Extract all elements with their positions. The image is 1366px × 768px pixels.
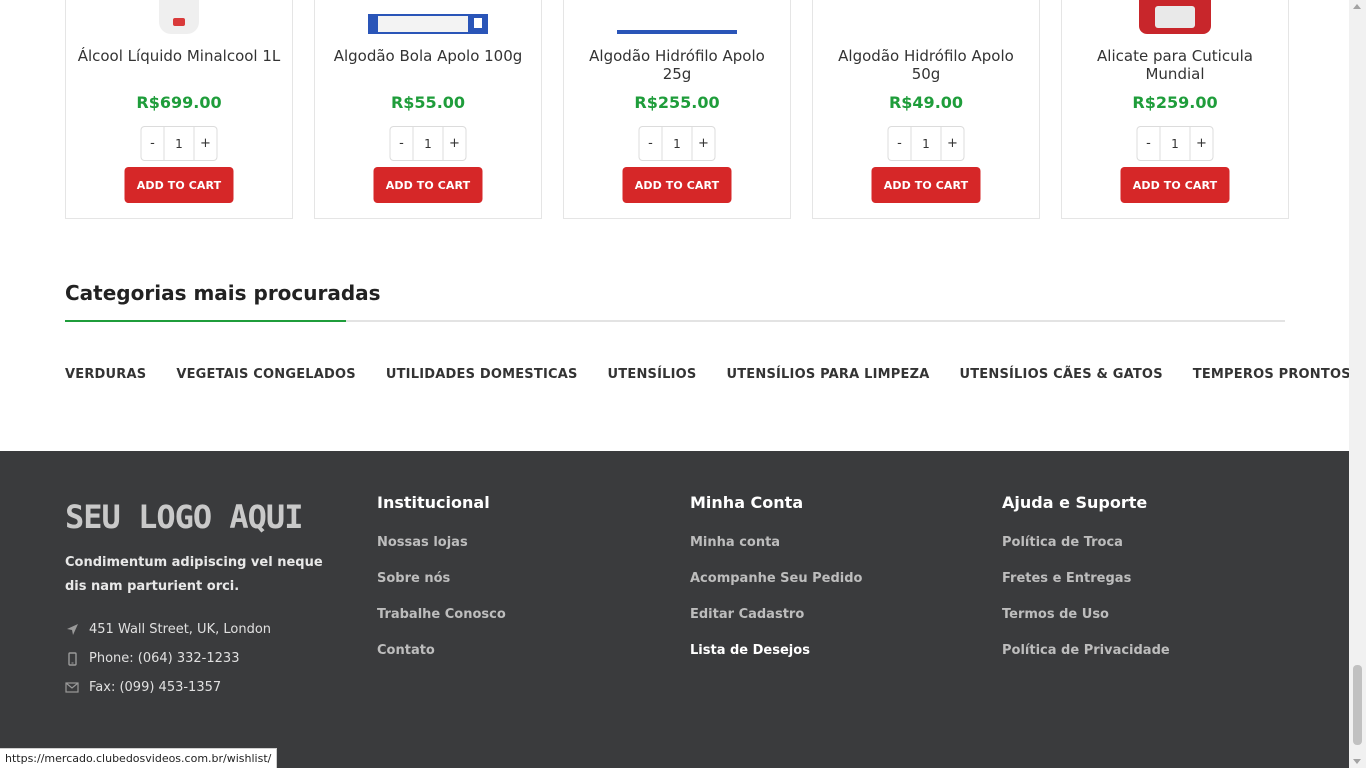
qty-minus-button[interactable]: - bbox=[1138, 127, 1160, 160]
product-name[interactable]: Algodão Hidrófilo Apolo 50g bbox=[823, 47, 1029, 83]
add-to-cart-button[interactable]: ADD TO CART bbox=[373, 167, 483, 203]
product-card: Algodão Hidrófilo Apolo 50g R$49.00 - 1 … bbox=[812, 0, 1040, 219]
product-name[interactable]: Algodão Bola Apolo 100g bbox=[325, 47, 531, 65]
quantity-stepper: - 1 + bbox=[1136, 126, 1214, 161]
qty-plus-button[interactable]: + bbox=[1191, 127, 1213, 160]
footer-link[interactable]: Trabalhe Conosco bbox=[377, 606, 506, 642]
footer-link[interactable]: Política de Privacidade bbox=[1002, 642, 1170, 678]
add-to-cart-button[interactable]: ADD TO CART bbox=[1120, 167, 1230, 203]
footer: SEU LOGO AQUI Condimentum adipiscing vel… bbox=[0, 451, 1349, 768]
footer-link[interactable]: Contato bbox=[377, 642, 506, 678]
product-image[interactable] bbox=[119, 0, 239, 34]
add-to-cart-button[interactable]: ADD TO CART bbox=[124, 167, 234, 203]
quantity-stepper: - 1 + bbox=[638, 126, 716, 161]
categories-divider bbox=[65, 320, 1285, 322]
product-name[interactable]: Alicate para Cuticula Mundial bbox=[1072, 47, 1278, 83]
product-row: Álcool Líquido Minalcool 1L R$699.00 - 1… bbox=[65, 0, 1289, 219]
scroll-down-arrow-icon[interactable] bbox=[1353, 759, 1361, 764]
product-price: R$699.00 bbox=[136, 93, 222, 112]
qty-plus-button[interactable]: + bbox=[693, 127, 715, 160]
category-link[interactable]: VERDURAS bbox=[65, 367, 146, 382]
qty-value[interactable]: 1 bbox=[1159, 127, 1191, 160]
fax-text: Fax: (099) 453-1357 bbox=[89, 680, 222, 695]
product-image[interactable] bbox=[368, 0, 488, 34]
footer-column-title: Ajuda e Suporte bbox=[1002, 493, 1148, 512]
product-card: Algodão Hidrófilo Apolo 25g R$255.00 - 1… bbox=[563, 0, 791, 219]
footer-link[interactable]: Sobre nós bbox=[377, 570, 506, 606]
category-link[interactable]: TEMPEROS PRONTOS bbox=[1193, 367, 1351, 382]
product-image[interactable] bbox=[1115, 0, 1235, 34]
qty-value[interactable]: 1 bbox=[910, 127, 942, 160]
product-image[interactable] bbox=[866, 0, 986, 34]
category-link[interactable]: UTENSÍLIOS PARA LIMPEZA bbox=[726, 367, 929, 382]
footer-link[interactable]: Termos de Uso bbox=[1002, 606, 1170, 642]
qty-value[interactable]: 1 bbox=[163, 127, 195, 160]
page: Álcool Líquido Minalcool 1L R$699.00 - 1… bbox=[0, 0, 1351, 768]
category-link[interactable]: UTENSÍLIOS bbox=[608, 367, 697, 382]
location-arrow-icon bbox=[65, 623, 79, 637]
categories-divider-accent bbox=[65, 320, 346, 322]
product-card: Alicate para Cuticula Mundial R$259.00 -… bbox=[1061, 0, 1289, 219]
qty-plus-button[interactable]: + bbox=[444, 127, 466, 160]
scrollbar-thumb[interactable] bbox=[1353, 665, 1362, 745]
category-link[interactable]: UTILIDADES DOMESTICAS bbox=[386, 367, 578, 382]
footer-link-wishlist[interactable]: Lista de Desejos bbox=[690, 642, 862, 678]
product-price: R$49.00 bbox=[888, 93, 964, 112]
qty-minus-button[interactable]: - bbox=[640, 127, 662, 160]
footer-column-institucional: Institucional Nossas lojas Sobre nós Tra… bbox=[377, 493, 506, 678]
product-image[interactable] bbox=[617, 0, 737, 34]
category-link[interactable]: VEGETAIS CONGELADOS bbox=[176, 367, 356, 382]
phone-text: Phone: (064) 332-1233 bbox=[89, 651, 240, 666]
phone-line: Phone: (064) 332-1233 bbox=[65, 651, 239, 666]
fax-line: Fax: (099) 453-1357 bbox=[65, 680, 221, 695]
product-card: Álcool Líquido Minalcool 1L R$699.00 - 1… bbox=[65, 0, 293, 219]
categories-heading: Categorias mais procuradas bbox=[65, 281, 381, 305]
mobile-phone-icon bbox=[65, 651, 79, 666]
add-to-cart-button[interactable]: ADD TO CART bbox=[871, 167, 981, 203]
scroll-up-arrow-icon[interactable] bbox=[1353, 4, 1361, 9]
quantity-stepper: - 1 + bbox=[140, 126, 218, 161]
category-links: VERDURAS VEGETAIS CONGELADOS UTILIDADES … bbox=[65, 367, 1351, 382]
footer-column-title: Minha Conta bbox=[690, 493, 804, 512]
address-text: 451 Wall Street, UK, London bbox=[89, 622, 272, 637]
product-price: R$259.00 bbox=[1132, 93, 1218, 112]
site-logo[interactable]: SEU LOGO AQUI bbox=[65, 499, 303, 535]
footer-link[interactable]: Minha conta bbox=[690, 534, 862, 570]
footer-column-minha-conta: Minha Conta Minha conta Acompanhe Seu Pe… bbox=[690, 493, 862, 678]
quantity-stepper: - 1 + bbox=[389, 126, 467, 161]
product-price: R$255.00 bbox=[634, 93, 720, 112]
footer-link[interactable]: Acompanhe Seu Pedido bbox=[690, 570, 862, 606]
qty-minus-button[interactable]: - bbox=[391, 127, 413, 160]
qty-plus-button[interactable]: + bbox=[195, 127, 217, 160]
add-to-cart-button[interactable]: ADD TO CART bbox=[622, 167, 732, 203]
footer-tagline: Condimentum adipiscing vel neque dis nam… bbox=[65, 555, 323, 594]
vertical-scrollbar[interactable] bbox=[1349, 0, 1366, 768]
product-name[interactable]: Algodão Hidrófilo Apolo 25g bbox=[574, 47, 780, 83]
footer-link[interactable]: Fretes e Entregas bbox=[1002, 570, 1170, 606]
status-bar-url: https://mercado.clubedosvideos.com.br/wi… bbox=[0, 748, 278, 768]
product-card: Algodão Bola Apolo 100g R$55.00 - 1 + AD… bbox=[314, 0, 542, 219]
category-link[interactable]: UTENSÍLIOS CÃES & GATOS bbox=[959, 367, 1162, 382]
footer-link[interactable]: Política de Troca bbox=[1002, 534, 1170, 570]
envelope-icon bbox=[65, 681, 79, 695]
qty-plus-button[interactable]: + bbox=[942, 127, 964, 160]
product-price: R$55.00 bbox=[390, 93, 466, 112]
quantity-stepper: - 1 + bbox=[887, 126, 965, 161]
qty-value[interactable]: 1 bbox=[412, 127, 444, 160]
footer-link[interactable]: Nossas lojas bbox=[377, 534, 506, 570]
qty-minus-button[interactable]: - bbox=[889, 127, 911, 160]
qty-value[interactable]: 1 bbox=[661, 127, 693, 160]
product-name[interactable]: Álcool Líquido Minalcool 1L bbox=[76, 47, 282, 65]
footer-column-ajuda: Ajuda e Suporte Política de Troca Fretes… bbox=[1002, 493, 1170, 678]
address-line: 451 Wall Street, UK, London bbox=[65, 622, 271, 637]
footer-column-title: Institucional bbox=[377, 493, 490, 512]
footer-link[interactable]: Editar Cadastro bbox=[690, 606, 862, 642]
qty-minus-button[interactable]: - bbox=[142, 127, 164, 160]
